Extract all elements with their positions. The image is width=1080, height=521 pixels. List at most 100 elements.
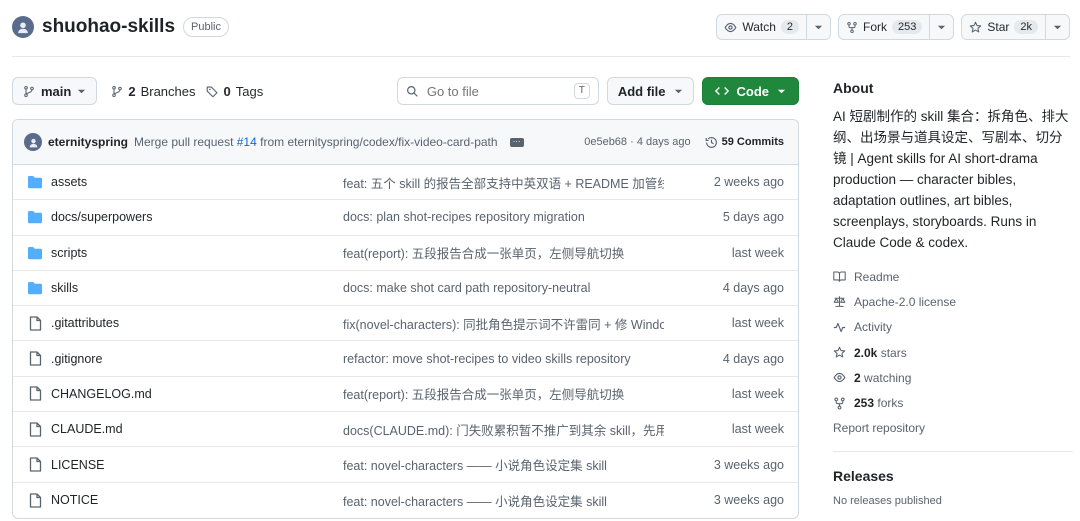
star-button-group: Star 2k	[961, 14, 1070, 40]
commit-author-avatar[interactable]	[24, 133, 42, 151]
watching-link[interactable]: 2 watching	[833, 365, 1073, 390]
add-file-button[interactable]: Add file	[606, 77, 694, 105]
file-row[interactable]: docs/superpowers docs: plan shot-recipes …	[13, 200, 798, 236]
file-name[interactable]: CLAUDE.md	[51, 422, 343, 436]
forks-count: 253	[854, 396, 875, 411]
file-name[interactable]: scripts	[51, 246, 343, 260]
file-icon	[27, 386, 43, 402]
file-commit-message[interactable]: refactor: move shot-recipes to video ski…	[343, 352, 664, 366]
report-repository-link[interactable]: Report repository	[833, 416, 1073, 441]
forks-link[interactable]: 253 forks	[833, 390, 1073, 415]
file-commit-message[interactable]: feat(report): 五段报告合成一张单页，左侧导航切换	[343, 384, 664, 403]
file-row[interactable]: LICENSE feat: novel-characters —— 小说角色设定集…	[13, 447, 798, 483]
watch-button-group: Watch 2	[716, 14, 831, 40]
readme-link[interactable]: Readme	[833, 264, 1073, 289]
releases-note: No releases published	[833, 494, 942, 507]
file-name[interactable]: .gitignore	[51, 352, 343, 366]
file-name[interactable]: assets	[51, 175, 343, 189]
file-commit-message[interactable]: feat: novel-characters —— 小说角色设定集 skill	[343, 455, 664, 474]
owner-avatar[interactable]	[12, 16, 34, 38]
avatar-face-icon	[18, 22, 28, 34]
file-commit-date: 4 days ago	[722, 281, 784, 296]
file-name[interactable]: skills	[51, 281, 343, 295]
repo-header: shuohao-skills Public Watch 2 Fork 253 S…	[12, 12, 1070, 42]
file-commit-message[interactable]: feat: novel-characters —— 小说角色设定集 skill	[343, 491, 664, 510]
file-commit-message[interactable]: docs(CLAUDE.md): 门失败累积暂不推广到其余 skill，先用一.…	[343, 420, 664, 439]
pulse-icon	[833, 322, 846, 332]
caret-down-icon	[1053, 25, 1062, 29]
star-count: 2k	[1014, 20, 1038, 34]
star-button[interactable]: Star 2k	[962, 15, 1045, 39]
eye-icon	[724, 22, 737, 32]
file-commit-message[interactable]: fix(novel-characters): 同批角色提示词不许雷同 + 修 W…	[343, 314, 664, 333]
tags-count: 0	[223, 83, 231, 99]
code-label: Code	[736, 83, 770, 99]
fork-button[interactable]: Fork 253	[839, 15, 929, 39]
watch-button[interactable]: Watch 2	[717, 15, 806, 39]
about-sidebar: About AI 短剧制作的 skill 集合：拆角色、排大纲、出场景与道具设定…	[833, 80, 1073, 507]
file-row[interactable]: .gitignore refactor: move shot-recipes to…	[13, 341, 798, 377]
go-to-file-search[interactable]: T	[396, 77, 599, 105]
fork-dropdown[interactable]	[929, 15, 953, 39]
file-commit-message[interactable]: docs: make shot card path repository-neu…	[343, 281, 664, 295]
file-icon	[27, 351, 43, 367]
file-name[interactable]: CHANGELOG.md	[51, 387, 343, 401]
file-commit-message[interactable]: feat(report): 五段报告合成一张单页，左侧导航切换	[343, 243, 664, 262]
branches-count: 2	[128, 83, 136, 99]
file-commit-date: last week	[731, 386, 784, 401]
file-toolbar: main 2 Branches 0 Tags T Add file Code	[12, 77, 799, 105]
releases-title[interactable]: Releases	[833, 468, 1073, 484]
stars-link[interactable]: 2.0k stars	[833, 340, 1073, 365]
file-name[interactable]: NOTICE	[51, 493, 343, 507]
file-row[interactable]: assets feat: 五个 skill 的报告全部支持中英双语 + READM…	[13, 165, 798, 201]
readme-label: Readme	[854, 269, 900, 284]
file-icon	[27, 457, 43, 473]
activity-link[interactable]: Activity	[833, 315, 1073, 340]
file-name[interactable]: LICENSE	[51, 458, 343, 472]
file-row[interactable]: scripts feat(report): 五段报告合成一张单页，左侧导航切换 la…	[13, 236, 798, 271]
watching-count: 2	[854, 370, 861, 385]
watch-dropdown[interactable]	[806, 15, 830, 39]
file-name[interactable]: .gitattributes	[51, 316, 343, 330]
tags-link[interactable]: 0 Tags	[206, 83, 263, 99]
file-row[interactable]: .gitattributes fix(novel-characters): 同批角…	[13, 306, 798, 342]
fork-icon	[834, 397, 845, 410]
search-input[interactable]	[426, 83, 566, 99]
branches-label: Branches	[140, 83, 196, 99]
repo-name[interactable]: shuohao-skills	[42, 16, 175, 38]
file-row[interactable]: skills docs: make shot card path reposito…	[13, 271, 798, 307]
file-commit-message[interactable]: feat: 五个 skill 的报告全部支持中英双语 + README 加管线流…	[343, 173, 664, 192]
file-commit-date: 4 days ago	[722, 351, 784, 366]
commits-link[interactable]: 59 Commits	[705, 136, 784, 149]
license-label: Apache-2.0 license	[854, 294, 957, 309]
file-icon	[27, 421, 43, 437]
folder-icon	[27, 174, 43, 190]
file-row[interactable]: CHANGELOG.md feat(report): 五段报告合成一张单页，左侧导…	[13, 377, 798, 413]
search-shortcut: T	[573, 83, 590, 99]
file-commit-date: 2 weeks ago	[713, 175, 784, 190]
caret-down-icon	[777, 89, 786, 93]
branches-link[interactable]: 2 Branches	[111, 83, 196, 99]
file-row[interactable]: CLAUDE.md docs(CLAUDE.md): 门失败累积暂不推广到其余 s…	[13, 412, 798, 448]
branch-selector[interactable]: main	[12, 77, 98, 105]
about-description: AI 短剧制作的 skill 集合：拆角色、排大纲、出场景与道具设定、写剧本、切…	[833, 109, 1069, 250]
caret-down-icon	[938, 25, 946, 29]
fork-button-group: Fork 253	[838, 14, 955, 40]
license-link[interactable]: Apache-2.0 license	[833, 289, 1073, 314]
star-icon	[833, 346, 846, 358]
file-commit-message[interactable]: docs: plan shot-recipes repository migra…	[343, 210, 664, 224]
watching-label: watching	[864, 370, 912, 385]
commit-hash-time[interactable]: 0e5eb68 · 4 days ago	[584, 136, 690, 148]
commit-message[interactable]: Merge pull request #14 from eternityspri…	[134, 135, 498, 149]
tag-icon	[206, 85, 218, 97]
commit-message-suffix: from eternityspring/codex/fix-video-card…	[256, 135, 498, 149]
caret-down-icon	[78, 89, 86, 93]
star-dropdown[interactable]	[1045, 15, 1069, 39]
branch-icon	[112, 85, 123, 97]
file-row[interactable]: NOTICE feat: novel-characters —— 小说角色设定集 …	[13, 483, 798, 518]
expand-commit-ellipsis[interactable]: ···	[509, 137, 524, 147]
code-button[interactable]: Code	[701, 77, 799, 105]
pr-link[interactable]: #14	[237, 135, 257, 149]
file-name[interactable]: docs/superpowers	[51, 210, 343, 224]
commit-author[interactable]: eternityspring	[48, 135, 128, 149]
